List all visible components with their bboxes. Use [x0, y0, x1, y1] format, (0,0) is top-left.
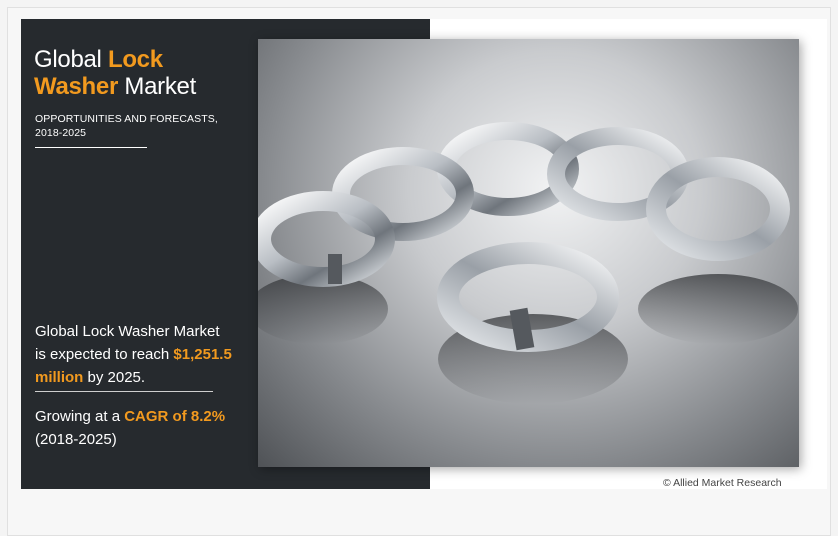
infographic-subtitle: OPPORTUNITIES AND FORECASTS, 2018-2025	[35, 112, 265, 140]
title-word-lock: Lock	[107, 46, 163, 73]
cagr-value: CAGR of 8.2%	[124, 408, 226, 425]
statement-divider	[35, 391, 213, 392]
lock-washers-photo	[258, 39, 799, 467]
statement-line-2: is expected to reach	[35, 346, 174, 363]
statement-suffix: by 2025.	[83, 369, 146, 386]
market-value: $1,251.5	[173, 346, 232, 363]
title-divider	[35, 147, 147, 148]
growth-period: (2018-2025)	[35, 431, 117, 448]
title-word-global: Global	[34, 46, 108, 73]
market-infographic: Global Lock Washer Market OPPORTUNITIES …	[21, 19, 827, 489]
subtitle-line-1: OPPORTUNITIES AND FORECASTS,	[35, 113, 218, 125]
market-size-statement: Global Lock Washer Market is expected to…	[35, 320, 275, 389]
growth-prefix: Growing at a	[35, 408, 125, 425]
title-word-market: Market	[118, 73, 196, 100]
growth-statement: Growing at a CAGR of 8.2% (2018-2025)	[35, 405, 275, 451]
title-word-washer: Washer	[34, 73, 119, 100]
infographic-title: Global Lock Washer Market	[34, 46, 294, 100]
subtitle-line-2: 2018-2025	[35, 127, 87, 139]
lock-washers-illustration	[258, 122, 798, 404]
copyright-credit: © Allied Market Research	[663, 477, 782, 489]
statement-line-1: Global Lock Washer Market	[35, 323, 220, 340]
market-value-unit: million	[35, 369, 84, 386]
